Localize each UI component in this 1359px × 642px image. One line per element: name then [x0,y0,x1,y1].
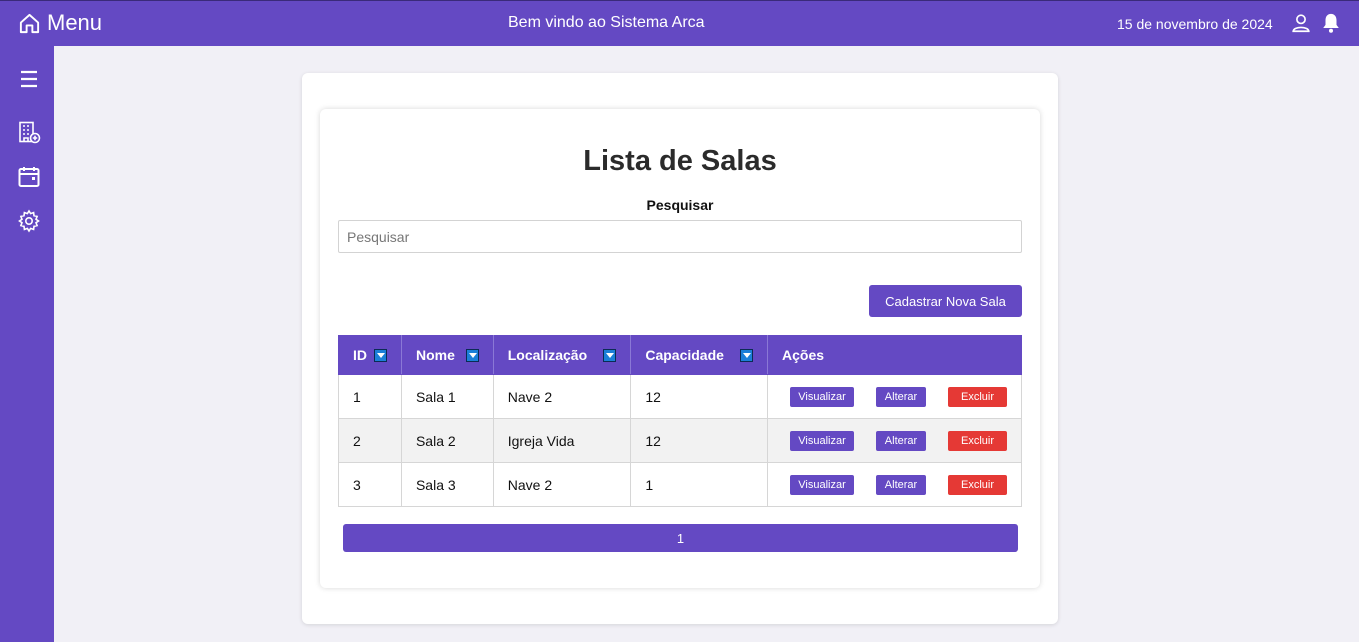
welcome-text: Bem vindo ao Sistema Arca [508,14,705,31]
cell-nome: Sala 2 [400,418,494,463]
sort-dropdown-icon[interactable] [465,348,479,362]
sort-dropdown-icon[interactable] [603,348,617,362]
column-header-nome[interactable]: Nome [400,335,494,375]
table-row: 1 Sala 1 Nave 2 12 Visualizar Alterar Ex… [338,374,1022,419]
cell-nome: Sala 3 [400,462,494,507]
cell-nome: Sala 1 [400,374,494,419]
search-input[interactable] [338,220,1022,253]
search-label: Pesquisar [646,197,714,213]
column-header-capacidade[interactable]: Capacidade [630,335,768,375]
sort-dropdown-icon[interactable] [740,348,753,362]
top-bar: Menu Bem vindo ao Sistema Arca 15 de nov… [0,0,1359,46]
delete-button[interactable]: Excluir [948,474,1007,495]
cell-id: 3 [338,462,402,507]
view-button[interactable]: Visualizar [790,386,854,407]
current-date: 15 de novembro de 2024 [1117,16,1273,32]
column-header-id[interactable]: ID [338,335,402,375]
cell-id: 2 [338,418,402,463]
table-row: 3 Sala 3 Nave 2 1 Visualizar Alterar Exc… [338,462,1022,507]
edit-button[interactable]: Alterar [876,474,926,495]
cell-localizacao: Nave 2 [492,462,632,507]
cell-capacidade: 1 [630,462,768,507]
add-room-button[interactable]: Cadastrar Nova Sala [869,285,1022,317]
user-icon[interactable] [1290,12,1312,34]
delete-button[interactable]: Excluir [948,386,1007,407]
pagination-page-button[interactable]: 1 [343,524,1018,552]
page-title: Lista de Salas [583,145,777,177]
edit-button[interactable]: Alterar [876,386,926,407]
cell-id: 1 [338,374,402,419]
bell-icon[interactable] [1320,12,1342,34]
column-header-acoes: Ações [767,335,1022,375]
gear-icon[interactable] [17,209,41,233]
menu-label: Menu [47,10,103,35]
calendar-icon[interactable] [17,165,41,189]
cell-actions: Visualizar Alterar Excluir [767,418,1022,463]
table-row: 2 Sala 2 Igreja Vida 12 Visualizar Alter… [338,418,1022,463]
sort-dropdown-icon[interactable] [373,348,387,362]
sidebar [0,46,54,642]
view-button[interactable]: Visualizar [790,430,854,451]
view-button[interactable]: Visualizar [790,474,854,495]
cell-capacidade: 12 [630,374,768,419]
column-header-localizacao[interactable]: Localização [492,335,632,375]
hamburger-icon[interactable] [17,67,41,91]
home-icon [19,13,40,33]
building-add-icon[interactable] [17,120,41,144]
cell-localizacao: Igreja Vida [492,418,632,463]
cell-actions: Visualizar Alterar Excluir [767,374,1022,419]
cell-capacidade: 12 [630,418,768,463]
delete-button[interactable]: Excluir [948,430,1007,451]
cell-localizacao: Nave 2 [492,374,632,419]
table-header-row: ID Nome Localização Capacidade Ações [338,335,1022,375]
rooms-table: ID Nome Localização Capacidade Ações 1 S… [338,335,1022,507]
cell-actions: Visualizar Alterar Excluir [767,462,1022,507]
edit-button[interactable]: Alterar [876,430,926,451]
menu-brand[interactable]: Menu [18,10,102,36]
